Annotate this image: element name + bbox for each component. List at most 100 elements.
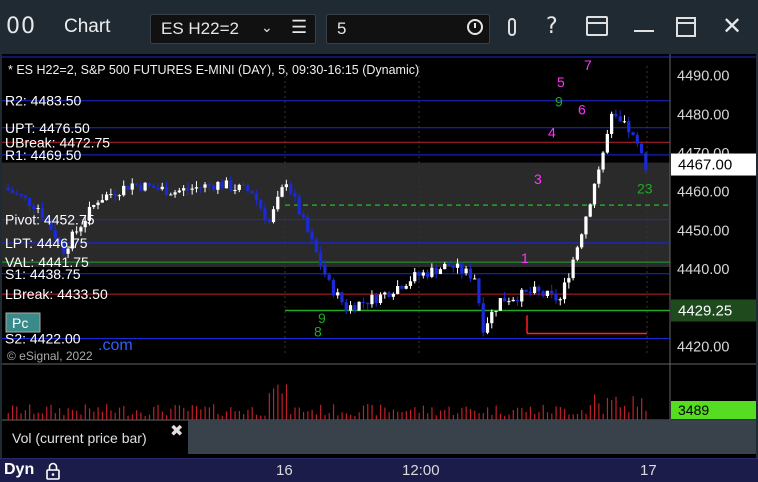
candle-body [545, 290, 550, 297]
volume-bar [281, 393, 283, 420]
sequence-label: 4 [548, 124, 556, 140]
level-label: LBreak: 4433.50 [5, 286, 108, 302]
time-axis-bar[interactable]: Dyn 16 12:00 17 [0, 458, 758, 482]
candle-body [528, 291, 532, 294]
volume-study-tab[interactable]: Vol (current price bar) ✖ [4, 420, 188, 454]
volume-bar [487, 407, 489, 420]
candle-body [100, 200, 104, 203]
candle-body [558, 299, 562, 301]
candle-body [211, 185, 216, 190]
candle-body [288, 184, 293, 194]
candle-body [554, 293, 558, 301]
candle-body [395, 286, 400, 294]
candle-body [32, 205, 36, 210]
candle-body [323, 265, 327, 275]
candle-body [575, 247, 580, 260]
volume-bar [251, 407, 253, 420]
candle-body [113, 194, 117, 196]
candle-body [169, 194, 173, 196]
layout-icon[interactable] [586, 16, 608, 36]
help-icon[interactable]: ? [546, 14, 558, 39]
candle-body [609, 113, 614, 134]
candle-body [502, 298, 507, 302]
volume-bar [204, 406, 206, 420]
candle-body [550, 290, 554, 294]
candle-body [301, 214, 306, 218]
level-label: R2: 4483.50 [5, 93, 81, 109]
interval-value: 5 [337, 19, 347, 38]
candle-body [361, 301, 366, 303]
volume-bar [559, 406, 561, 420]
green-price-label: 4429.25 [678, 303, 732, 320]
candle-body [109, 194, 113, 196]
candle-body [6, 187, 10, 191]
panel-separator[interactable] [188, 420, 756, 454]
volume-bar [294, 407, 296, 420]
sequence-label: 6 [578, 101, 586, 117]
candle-body [477, 278, 481, 304]
volume-bar [208, 407, 210, 420]
close-icon[interactable]: ✖ [170, 421, 183, 441]
price-chart[interactable]: 13456792398* ES H22=2, S&P 500 FUTURES E… [2, 54, 756, 458]
candle-body [207, 184, 211, 186]
lock-icon[interactable] [45, 462, 61, 480]
price-tick: 4490.00 [677, 69, 729, 85]
chart-window-icon[interactable]: 00 [6, 14, 36, 39]
volume-bar [46, 406, 48, 420]
volume-bar [54, 413, 56, 420]
volume-study-label: Vol (current price bar) [12, 430, 147, 446]
volume-bar [234, 411, 236, 420]
interval-input[interactable]: 5 [326, 14, 490, 44]
symbol-menu-icon[interactable]: ☰ [291, 17, 307, 38]
sequence-label: 23 [637, 181, 653, 197]
dynamic-mode-label[interactable]: Dyn [4, 461, 34, 479]
candle-body [27, 197, 32, 206]
link-icon[interactable] [508, 18, 516, 36]
candle-body [194, 187, 199, 189]
candle-body [284, 184, 288, 188]
volume-bar [311, 409, 313, 420]
clock-icon[interactable] [467, 19, 483, 35]
candle-body [524, 289, 528, 292]
candle-body [15, 193, 19, 195]
volume-bar [123, 406, 125, 420]
volume-bar [285, 384, 288, 420]
candle-body [447, 263, 451, 266]
chevron-down-icon[interactable]: ⌄ [261, 19, 273, 36]
candle-body [601, 152, 605, 170]
candle-body [267, 219, 271, 223]
volume-bar [29, 404, 31, 420]
candle-body [130, 183, 134, 190]
volume-bar [178, 405, 181, 420]
volume-bar [71, 410, 74, 420]
chart-area[interactable]: 1 3 4 5 6 7 9 23 9 8 * ES H22=2, S&P 500 FUTURES E… [2, 54, 756, 458]
candle-body [588, 204, 592, 217]
minimize-icon[interactable] [634, 30, 654, 32]
candle-body [96, 202, 100, 205]
candle-body [443, 263, 447, 270]
volume-bar [157, 404, 159, 420]
volume-bar [59, 408, 61, 420]
sequence-label: 7 [584, 57, 592, 73]
candle-body [139, 184, 143, 191]
candle-body [318, 252, 323, 266]
candle-body [404, 285, 408, 289]
volume-bar [418, 412, 420, 420]
level-label: LPT: 4446.75 [5, 235, 88, 251]
volume-bar [619, 407, 621, 420]
volume-bar [191, 405, 193, 420]
candle-body [241, 184, 246, 186]
symbol-input[interactable]: ES H22=2 ⌄ ☰ [150, 14, 316, 44]
volume-bar [50, 404, 52, 420]
candle-body [203, 184, 207, 188]
candle-body [592, 183, 597, 205]
close-icon[interactable]: ✕ [722, 12, 742, 40]
maximize-icon[interactable] [676, 17, 696, 37]
volume-bar [409, 409, 412, 420]
volume-bar [529, 406, 531, 420]
symbol-value: ES H22=2 [161, 19, 239, 38]
candle-body [464, 268, 468, 274]
sequence-label: 8 [314, 324, 322, 340]
candle-body [378, 294, 383, 304]
candle-body [597, 169, 601, 184]
